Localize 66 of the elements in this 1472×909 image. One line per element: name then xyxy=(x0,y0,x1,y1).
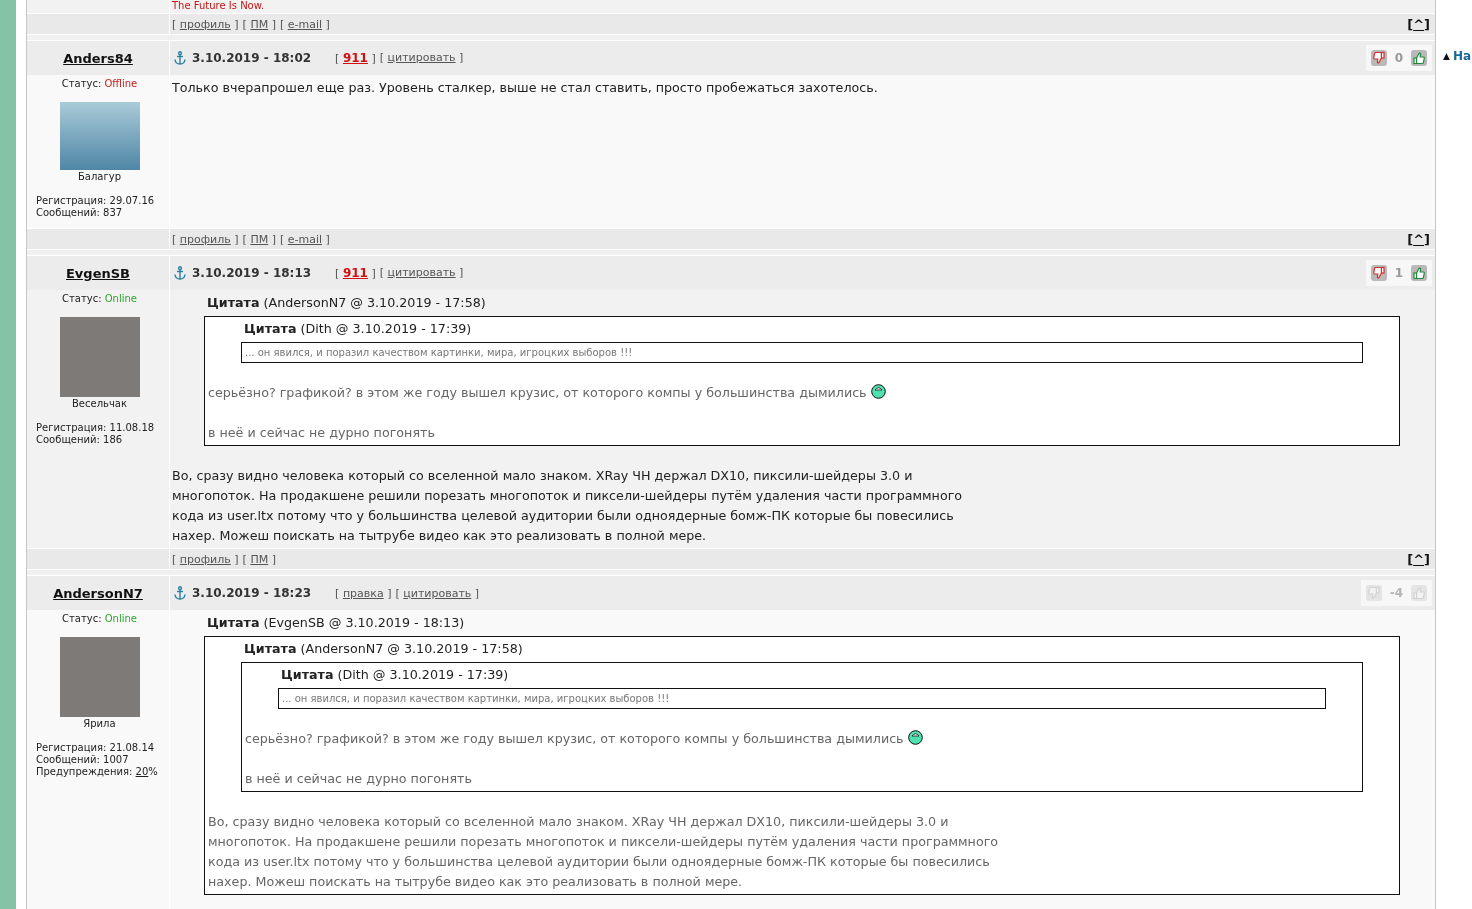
user-rank: Весельчак xyxy=(72,398,127,409)
user-rank: Балагур xyxy=(78,171,121,182)
thumbs-down-icon[interactable] xyxy=(1370,50,1387,66)
post-date: 3.10.2019 - 18:02 xyxy=(192,51,312,65)
action-link[interactable]: [ цитировать ] xyxy=(395,586,480,600)
user-stat: Сообщений: 837 xyxy=(36,207,123,218)
rating-count: -4 xyxy=(1389,586,1403,600)
quote-title: Цитата (Dith @ 3.10.2019 - 17:39) xyxy=(243,320,472,338)
status-value: Online xyxy=(104,293,137,304)
thumbs-up-icon[interactable] xyxy=(1411,50,1427,66)
quote-title: Цитата (AndersonN7 @ 3.10.2019 - 17:58) xyxy=(206,294,486,312)
action-link[interactable]: [ правка ] xyxy=(335,586,392,600)
status-label: Статус: xyxy=(62,293,102,304)
footer-link[interactable]: [ профиль ] xyxy=(172,17,239,31)
status-label: Статус: xyxy=(62,613,102,624)
post-text: Во, сразу видно человека который со вселенной мало знаком. XRay ЧН держал DX10, пиксили-шейдеры 3.0 и многопоток. На продакшене решили порезать многопоток и пиксели-шейдеры путём удаления части программного кода из user.ltx потому что у большинства целевой аудитории были одноядерные бомж-ПК которые бы повесились нахер. Можеш поискать на тытрубе видео как это реализовать в полной мере. xyxy=(208,813,999,891)
user-stat: Регистрация: 21.08.14 xyxy=(36,742,155,753)
anchor-icon[interactable] xyxy=(174,266,186,280)
rating-count: 0 xyxy=(1394,51,1403,65)
quote-title: Цитата (EvgenSB @ 3.10.2019 - 18:13) xyxy=(206,614,465,632)
post-date: 3.10.2019 - 18:13 xyxy=(192,266,312,280)
author-name[interactable]: EvgenSB xyxy=(66,265,130,281)
footer-link[interactable]: [ ПМ ] xyxy=(242,17,276,31)
status-value: Online xyxy=(104,613,137,624)
footer-link[interactable]: [ ПМ ] xyxy=(242,232,276,246)
alert-link[interactable]: [ 911 ] xyxy=(335,266,376,280)
action-link[interactable]: [ цитировать ] xyxy=(379,51,464,65)
footer-link[interactable]: [ e-mail ] xyxy=(279,232,330,246)
back-to-top-button[interactable]: [^] xyxy=(1407,551,1430,567)
alert-link[interactable]: [ 911 ] xyxy=(335,51,376,65)
user-stat: Сообщений: 186 xyxy=(36,434,123,445)
user-stat: Сообщений: 1007 xyxy=(36,754,129,765)
stat-label: Предупреждения: xyxy=(36,766,133,777)
post-text: в неё и сейчас не дурно погонять xyxy=(245,770,472,788)
post-text: серьёзно? графикой? в этом же году вышел крузис, от которого компы у большинства дымились xyxy=(208,384,867,402)
author-name[interactable]: Anders84 xyxy=(63,50,133,66)
rating-count: 1 xyxy=(1394,266,1403,280)
status-value: Offline xyxy=(104,78,138,89)
post-text: в неё и сейчас не дурно погонять xyxy=(208,424,435,442)
footer-link[interactable]: [ профиль ] xyxy=(172,232,239,246)
quote-title: Цитата (Dith @ 3.10.2019 - 17:39) xyxy=(280,666,509,684)
back-to-top-link[interactable]: ▲ На xyxy=(1443,49,1472,63)
status-label: Статус: xyxy=(61,78,102,89)
post-text: Только вчерапрошел еще раз. Уровень сталкер, выше не стал ставить, просто пробежаться захотелось. xyxy=(172,79,878,97)
user-stat: Регистрация: 11.08.18 xyxy=(36,422,155,433)
user-stat: Регистрация: 29.07.16 xyxy=(36,195,155,206)
post-text: Во, сразу видно человека который со вселенной мало знаком. XRay ЧН держал DX10, пиксили-шейдеры 3.0 и многопоток. На продакшене решили порезать многопоток и пиксели-шейдеры путём удаления части программного кода из user.ltx потому что у большинства целевой аудитории были одноядерные бомж-ПК которые бы повесились нахер. Можеш поискать на тытрубе видео как это реализовать в полной мере. xyxy=(172,467,963,545)
thumbs-down-icon[interactable] xyxy=(1370,265,1387,281)
footer-link[interactable]: [ e-mail ] xyxy=(279,17,330,31)
back-to-top-button[interactable]: [^] xyxy=(1407,16,1430,32)
quote-text: ... он явился, и поразил качеством картинки, мира, игроцких выборов !!! xyxy=(282,693,670,704)
user-rank: Ярила xyxy=(83,718,116,729)
anchor-icon[interactable] xyxy=(174,51,186,65)
thumbs-up-icon[interactable] xyxy=(1411,265,1427,281)
post-text: серьёзно? графикой? в этом же году вышел крузис, от которого компы у большинства дымились xyxy=(245,730,904,748)
back-to-top-button[interactable]: [^] xyxy=(1407,231,1430,247)
quote-text: ... он явился, и поразил качеством картинки, мира, игроцких выборов !!! xyxy=(245,347,633,358)
author-name[interactable]: AndersonN7 xyxy=(53,585,143,601)
signature-text: The Future Is Now. xyxy=(172,0,265,12)
action-link[interactable]: [ цитировать ] xyxy=(379,266,464,280)
footer-link[interactable]: [ профиль ] xyxy=(172,552,239,566)
anchor-icon[interactable] xyxy=(174,586,186,600)
footer-link[interactable]: [ ПМ ] xyxy=(242,552,276,566)
post-date: 3.10.2019 - 18:23 xyxy=(192,586,312,600)
quote-title: Цитата (AndersonN7 @ 3.10.2019 - 17:58) xyxy=(243,640,523,658)
warning-link[interactable]: 20% xyxy=(135,766,158,777)
